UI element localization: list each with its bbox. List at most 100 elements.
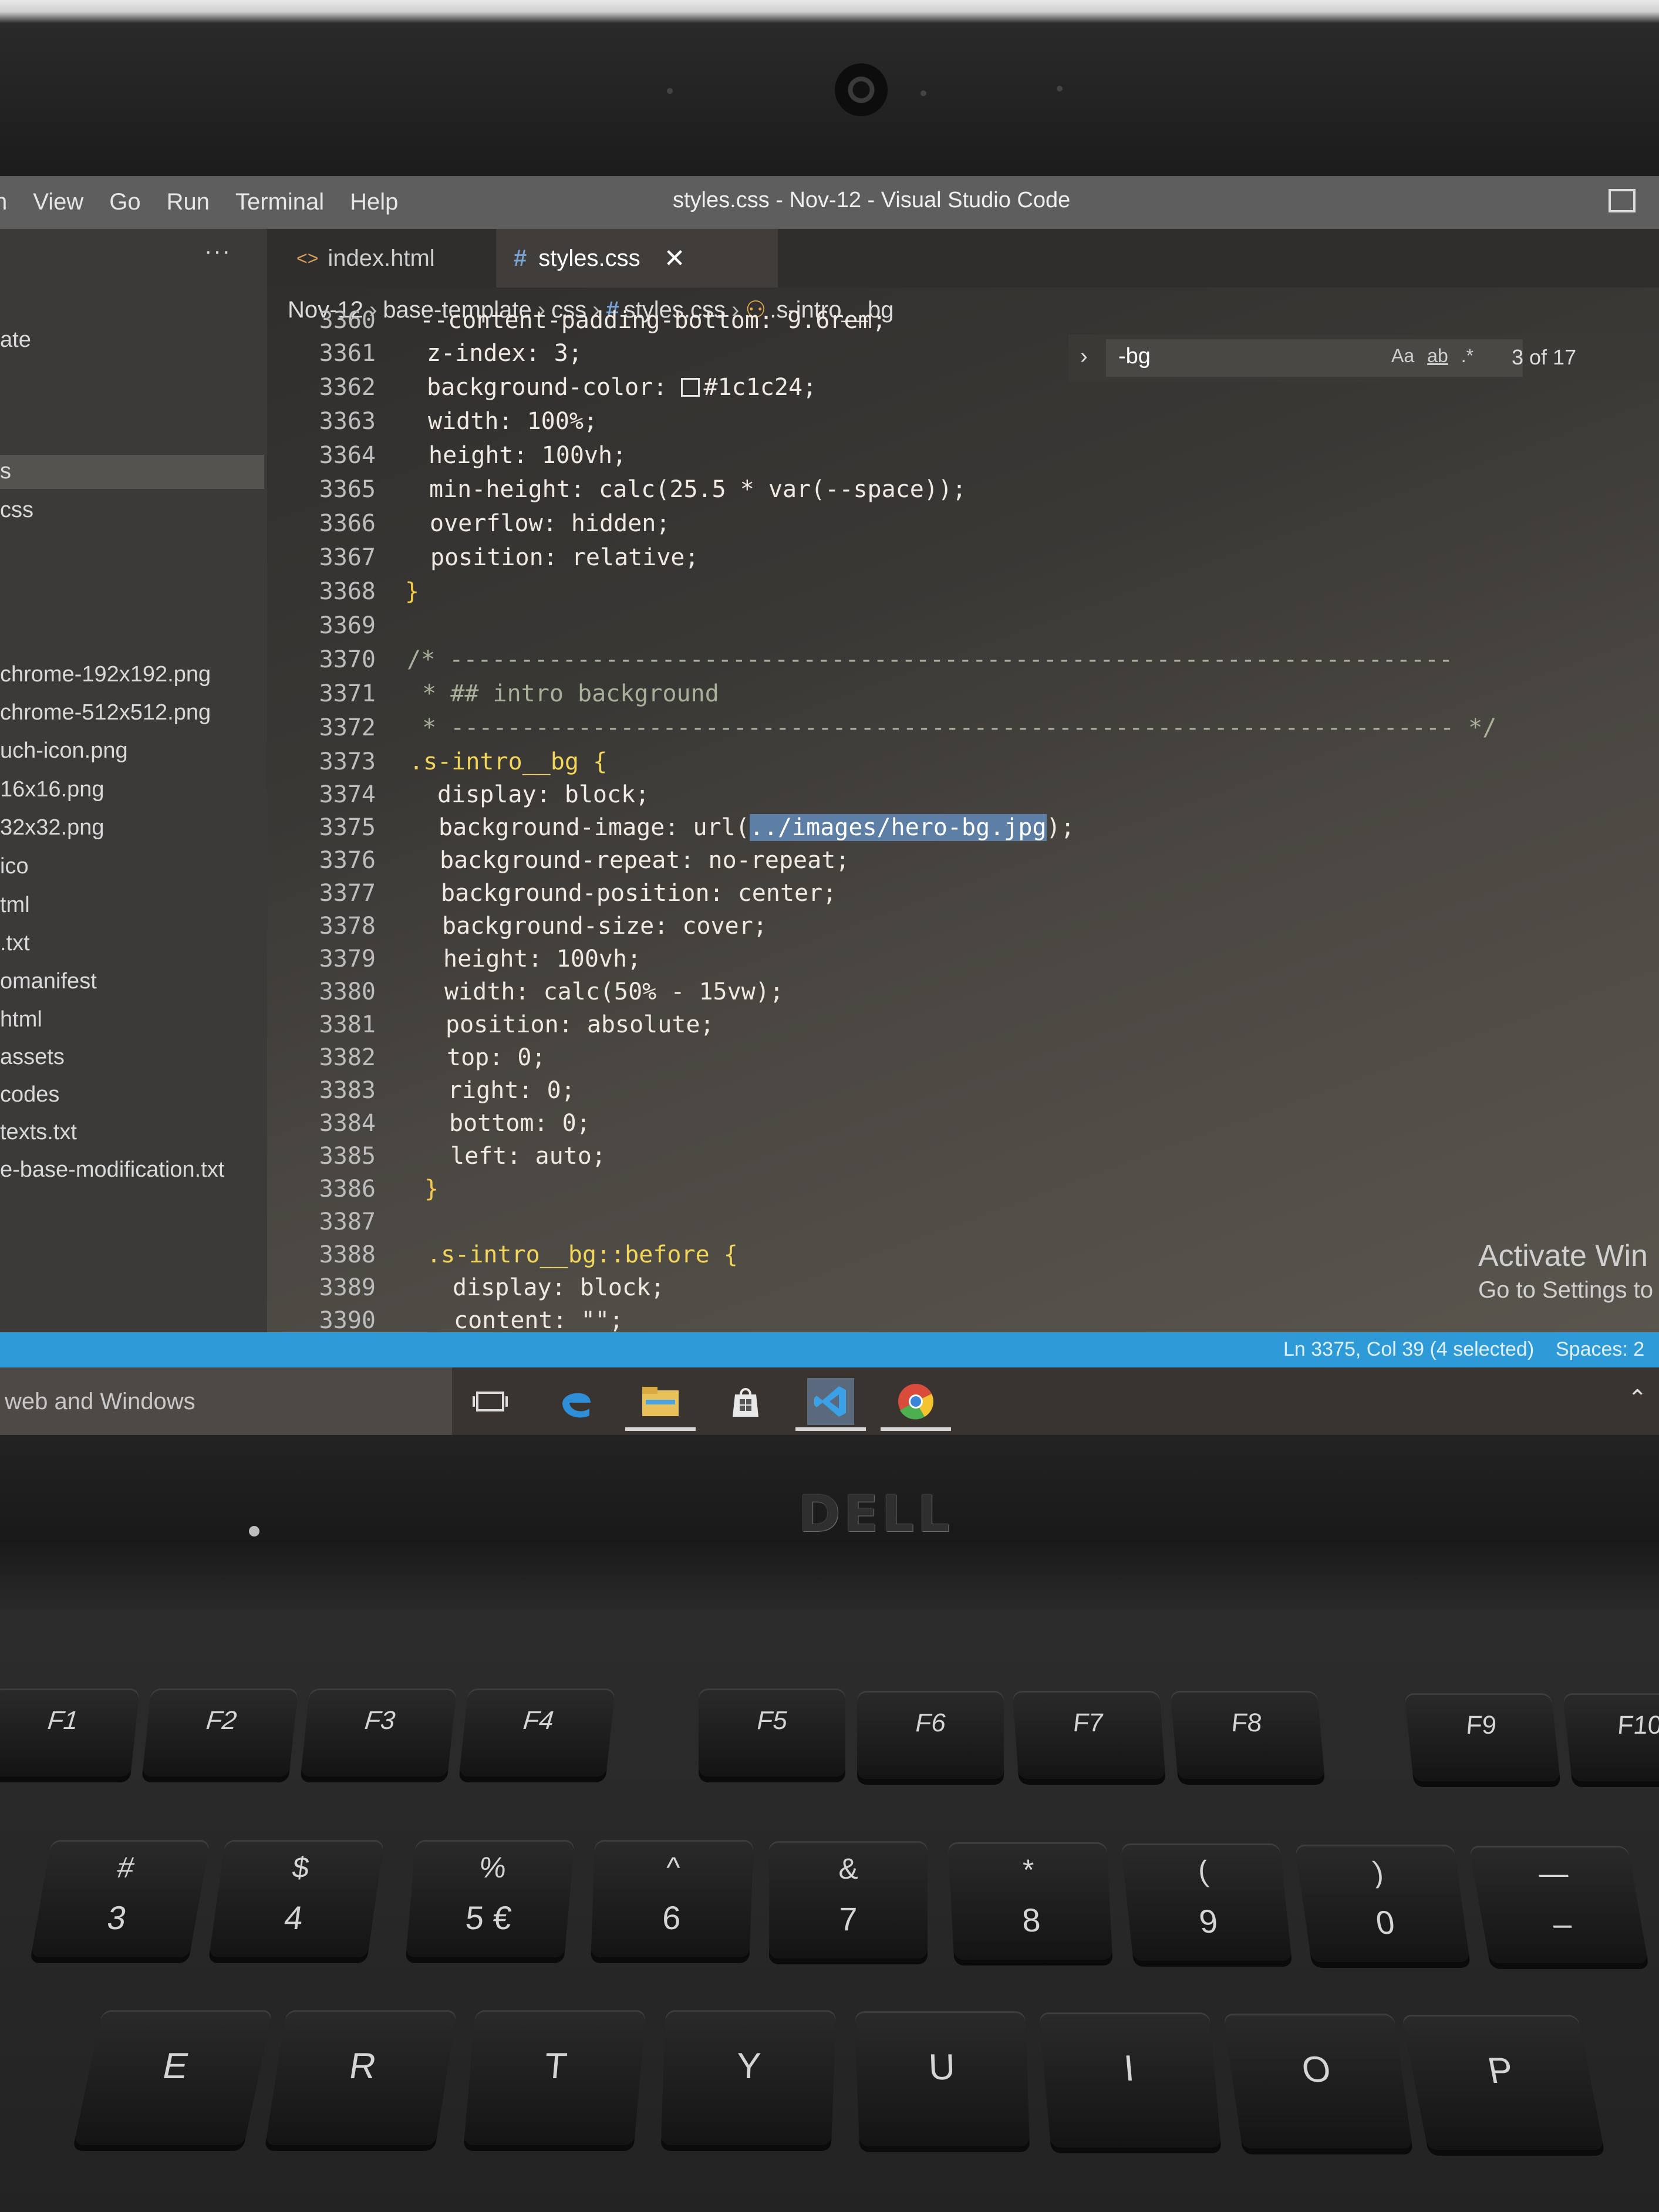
more-actions-icon[interactable]: ··· [204, 238, 231, 265]
key-6[interactable]: ^ 6 [591, 1840, 754, 1957]
key-9[interactable]: (9 [1121, 1843, 1292, 1961]
bezel-sensor [667, 88, 673, 94]
close-icon[interactable]: ✕ [664, 244, 686, 273]
menu-bar: n View Go Run Terminal Help [0, 189, 424, 215]
key-label: U [928, 2047, 956, 2088]
key-label: 7 [839, 1900, 858, 1937]
tab-label: index.html [328, 245, 435, 271]
line-number: 3371 [319, 680, 376, 707]
key-o[interactable]: O [1223, 2014, 1413, 2149]
key-f9[interactable]: F9 [1404, 1693, 1560, 1781]
code-text: position: absolute; [446, 1011, 714, 1038]
vscode-icon[interactable] [795, 1378, 866, 1431]
task-view-icon[interactable] [467, 1378, 514, 1425]
key-i[interactable]: I [1038, 2012, 1222, 2147]
key-r[interactable]: R [265, 2010, 457, 2145]
line-number: 3374 [319, 781, 376, 808]
search-placeholder: web and Windows [5, 1389, 195, 1414]
key-8[interactable]: * 8 [947, 1842, 1113, 1960]
taskbar-search[interactable]: web and Windows [0, 1367, 452, 1435]
key-7[interactable]: & 7 [769, 1841, 928, 1958]
menu-item-selection[interactable]: n [0, 189, 7, 215]
key-label: 8 [1021, 1902, 1041, 1939]
key-f10[interactable]: F10 [1563, 1693, 1659, 1781]
menu-item-view[interactable]: View [33, 189, 83, 215]
line-number: 3375 [319, 814, 376, 841]
color-swatch[interactable] [681, 378, 700, 397]
explorer-item[interactable]: .txt [0, 931, 30, 956]
explorer-item[interactable]: 16x16.png [0, 777, 104, 802]
line-number: 3382 [319, 1044, 376, 1071]
tab-index-html[interactable]: <> index.html [285, 229, 496, 288]
menu-item-terminal[interactable]: Terminal [235, 189, 324, 215]
watermark-title: Activate Win [1478, 1239, 1648, 1273]
key-0[interactable]: ) 0 [1294, 1845, 1471, 1962]
explorer-item[interactable]: s [0, 459, 11, 484]
code-editor[interactable]: 3360 --content-padding-bottom: 9.6rem; 33… [267, 307, 1659, 1334]
key-label: ) [1371, 1856, 1385, 1889]
key-f6[interactable]: F6 [857, 1691, 1004, 1779]
code-text: z-index: 3; [427, 340, 582, 367]
menu-item-run[interactable]: Run [167, 189, 210, 215]
key-f5[interactable]: F5 [699, 1688, 845, 1777]
cursor-position[interactable]: Ln 3375, Col 39 (4 selected) [1283, 1338, 1534, 1361]
explorer-item[interactable]: 32x32.png [0, 815, 104, 840]
power-led [249, 1526, 259, 1536]
explorer-item[interactable]: e-base-modification.txt [0, 1157, 224, 1183]
explorer-item[interactable]: omanifest [0, 969, 97, 994]
chrome-icon[interactable] [881, 1378, 951, 1431]
file-explorer-icon[interactable] [625, 1378, 696, 1431]
key-label: * [1022, 1853, 1036, 1886]
key-u[interactable]: U [854, 2011, 1030, 2146]
explorer-item[interactable]: ico [0, 854, 29, 879]
chevron-up-icon[interactable]: ⌃ [1627, 1385, 1647, 1412]
key-minus[interactable]: — – [1469, 1846, 1648, 1963]
explorer-item[interactable]: css [0, 498, 33, 523]
key-e[interactable]: E [73, 2010, 273, 2145]
explorer-item[interactable]: assets [0, 1045, 65, 1070]
key-f3[interactable]: F3 [301, 1688, 457, 1777]
code-text: * --------------------------------------… [408, 714, 1497, 741]
explorer-item[interactable]: uch-icon.png [0, 738, 128, 764]
explorer-item[interactable]: ate [0, 327, 31, 353]
line-number: 3377 [319, 880, 376, 907]
menu-item-go[interactable]: Go [109, 189, 140, 215]
edge-browser-icon[interactable] [553, 1378, 600, 1425]
code-text: height: 100vh; [429, 442, 627, 469]
key-f1[interactable]: F1 [0, 1688, 140, 1777]
explorer-item[interactable]: html [0, 1007, 42, 1032]
tab-styles-css[interactable]: # styles.css ✕ [496, 229, 778, 288]
key-p[interactable]: P [1401, 2015, 1604, 2150]
code-text: width: calc(50% - 15vw); [444, 978, 784, 1005]
line-number: 3386 [319, 1176, 376, 1203]
key-label: F3 [363, 1706, 397, 1735]
key-y[interactable]: Y [660, 2010, 837, 2145]
menu-item-help[interactable]: Help [350, 189, 398, 215]
key-label: ( [1196, 1855, 1210, 1887]
explorer-item[interactable]: codes [0, 1082, 59, 1107]
key-label: 3 [104, 1899, 130, 1936]
indentation-setting[interactable]: Spaces: 2 [1556, 1338, 1644, 1361]
bezel-sensor [920, 90, 926, 96]
explorer-item[interactable]: chrome-192x192.png [0, 662, 211, 687]
key-label: $ [290, 1851, 312, 1884]
key-5[interactable]: % 5 € [406, 1840, 575, 1957]
bezel-sensor [1057, 86, 1063, 92]
key-3[interactable]: #3 [31, 1840, 210, 1957]
toggle-layout-icon[interactable] [1609, 189, 1636, 212]
explorer-item[interactable]: texts.txt [0, 1120, 77, 1145]
key-f7[interactable]: F7 [1012, 1691, 1166, 1779]
key-f2[interactable]: F2 [142, 1688, 298, 1777]
key-f4[interactable]: F4 [459, 1688, 615, 1777]
window-title: styles.css - Nov-12 - Visual Studio Code [673, 188, 1071, 212]
watermark-subtitle: Go to Settings to [1478, 1277, 1653, 1303]
key-f8[interactable]: F8 [1170, 1691, 1325, 1779]
explorer-item[interactable]: chrome-512x512.png [0, 700, 211, 725]
store-icon[interactable] [722, 1378, 769, 1425]
line-number: 3366 [319, 510, 376, 537]
explorer-item[interactable]: tml [0, 893, 30, 918]
key-t[interactable]: T [463, 2010, 646, 2145]
key-4[interactable]: $4 [208, 1840, 385, 1957]
tab-label: styles.css [538, 245, 640, 271]
code-text: background-repeat: no-repeat; [440, 847, 850, 874]
